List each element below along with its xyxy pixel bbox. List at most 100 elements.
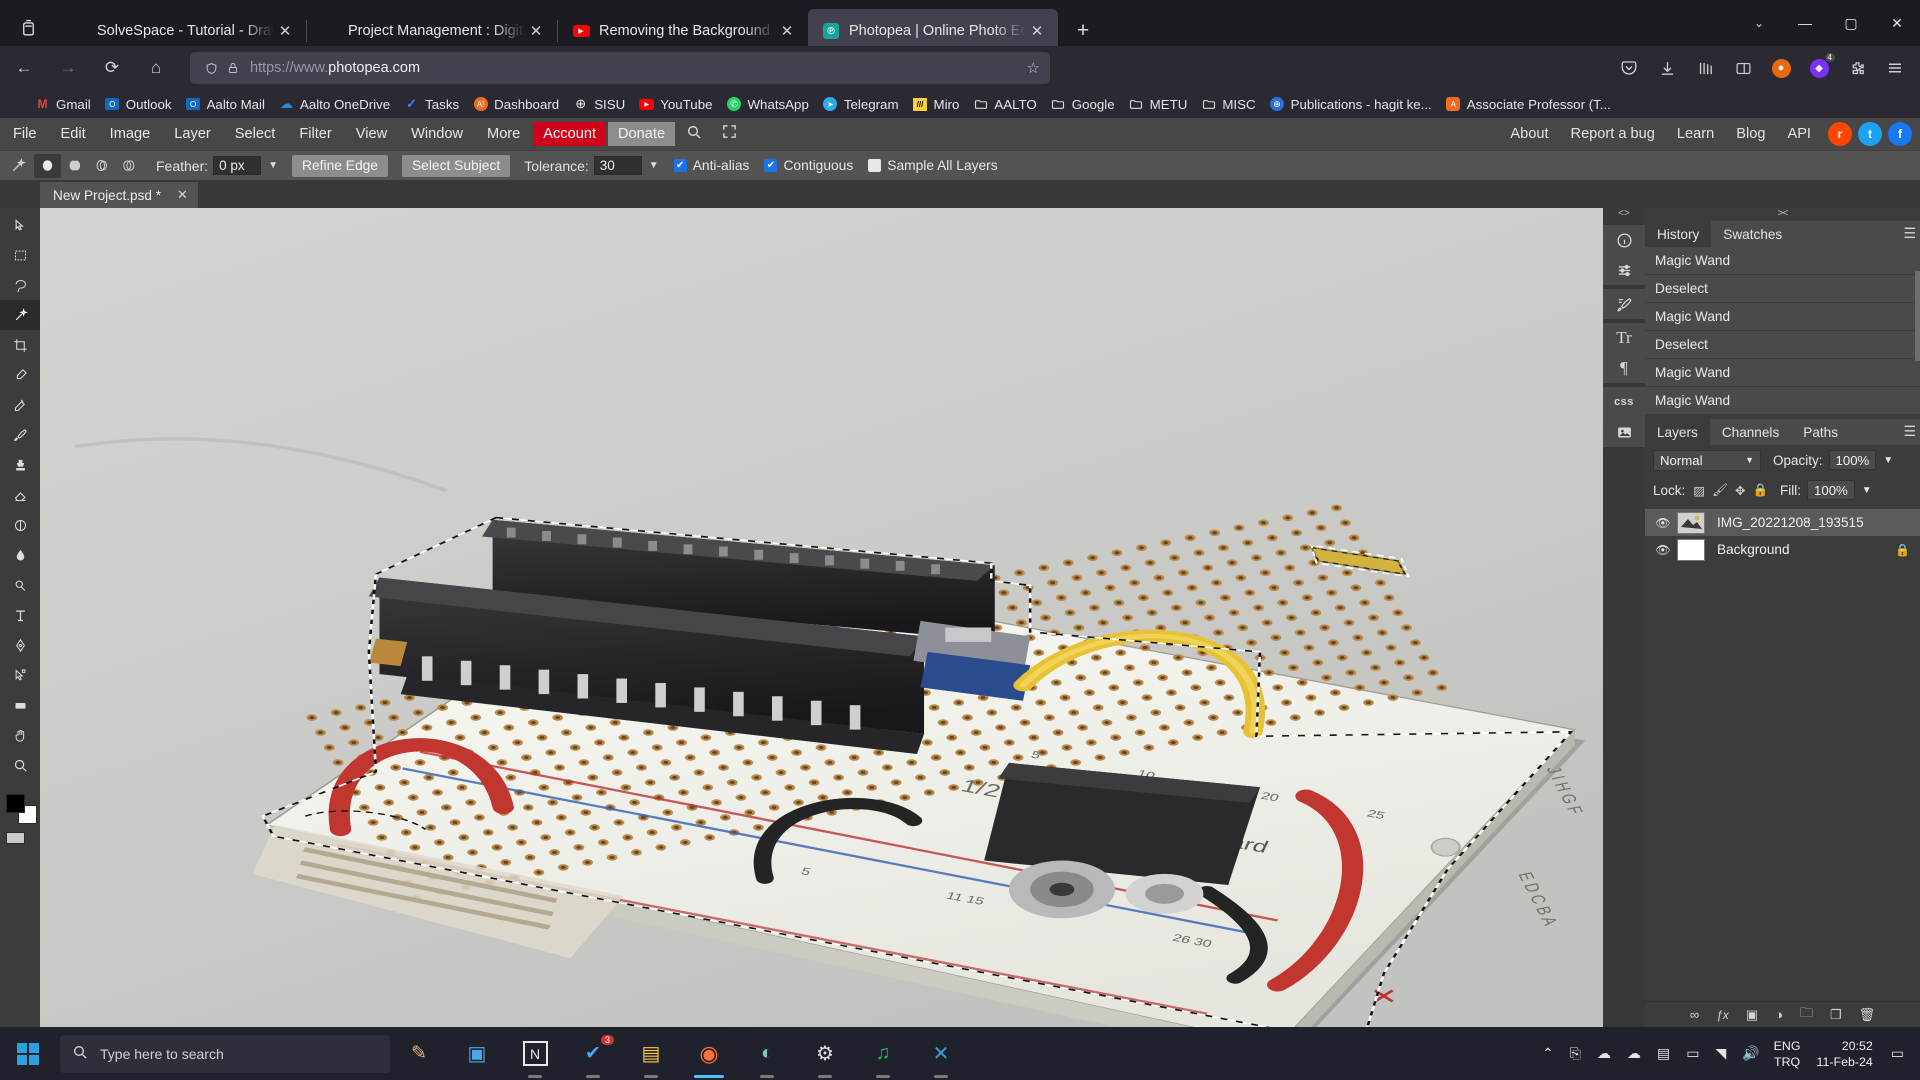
maximize-button[interactable]: ▢ (1828, 0, 1874, 46)
magic-wand-icon[interactable] (6, 154, 30, 178)
magic-wand-tool[interactable] (0, 300, 40, 330)
bookmark-item[interactable]: ⊕ SISU (566, 93, 631, 115)
account-icon[interactable]: ● (1762, 51, 1800, 85)
panel-collapse-handle[interactable]: >< (1645, 208, 1920, 221)
account-button[interactable]: Account (533, 122, 607, 146)
paragraph-icon[interactable]: ¶ (1603, 353, 1645, 383)
tray-expand-icon[interactable]: ⌃ (1534, 1045, 1562, 1062)
cortana-icon[interactable]: ✎ (390, 1027, 448, 1080)
bookmark-item[interactable]: ⊕ Publications - hagit ke... (1263, 93, 1438, 115)
sample-all-layers-checkbox[interactable]: Sample All Layers (868, 158, 998, 173)
feather-dropdown-icon[interactable]: ▼ (268, 160, 278, 171)
menu-window[interactable]: Window (400, 122, 474, 146)
zoom-tool[interactable] (0, 750, 40, 780)
tab-close-icon[interactable]: ✕ (1026, 20, 1048, 42)
lasso-tool[interactable] (0, 270, 40, 300)
bookmark-item[interactable]: O Outlook (98, 93, 178, 115)
canvas-area[interactable]: 1/2 adboard J I H G F E D C B A 5 10 20 … (40, 208, 1603, 1027)
vscode-icon[interactable]: ✕ (912, 1027, 970, 1080)
reddit-icon[interactable]: r (1828, 122, 1852, 146)
foreground-color-swatch[interactable] (6, 794, 25, 813)
tab-swatches[interactable]: Swatches (1711, 221, 1794, 247)
path-selection-tool[interactable] (0, 660, 40, 690)
contiguous-checkbox[interactable]: ✔ Contiguous (764, 158, 853, 173)
store-icon[interactable]: ▣ (448, 1027, 506, 1080)
bookmark-item[interactable]: ▶ YouTube (632, 93, 718, 115)
dock-collapse-handle[interactable]: <> (1603, 208, 1645, 221)
report-bug-link[interactable]: Report a bug (1560, 126, 1666, 142)
fullscreen-icon[interactable] (713, 120, 746, 148)
eyedropper-tool[interactable] (0, 360, 40, 390)
panel-menu-icon[interactable]: ☰ (1903, 423, 1916, 440)
history-item[interactable]: Magic Wand (1645, 387, 1920, 414)
tab-channels[interactable]: Channels (1710, 419, 1791, 445)
menu-filter[interactable]: Filter (288, 122, 342, 146)
learn-link[interactable]: Learn (1666, 126, 1725, 142)
menu-edit[interactable]: Edit (50, 122, 97, 146)
screen-icon[interactable]: ▭ (1678, 1045, 1707, 1062)
lock-transparency-icon[interactable]: ▨ (1693, 483, 1705, 498)
forward-button[interactable]: → (48, 51, 88, 85)
character-icon[interactable]: Tr (1603, 323, 1645, 353)
library-icon[interactable] (1686, 51, 1724, 85)
teams-icon[interactable]: ✔ 3 (564, 1027, 622, 1080)
list-all-tabs-icon[interactable]: ⌄ (1736, 0, 1782, 46)
document-close-icon[interactable]: ✕ (177, 187, 188, 203)
lock-all-icon[interactable]: 🔒 (1752, 483, 1768, 498)
anti-alias-checkbox[interactable]: ✔ Anti-alias (673, 158, 749, 173)
fill-dropdown-icon[interactable]: ▼ (1862, 485, 1872, 496)
feather-input[interactable]: 0 px (213, 156, 262, 175)
new-group-icon[interactable]: 🗀 (1800, 1004, 1813, 1026)
blur-tool[interactable] (0, 540, 40, 570)
bookmark-folder[interactable]: AALTO (966, 93, 1042, 115)
document-tab[interactable]: New Project.psd * ✕ (40, 182, 198, 208)
extensions-icon[interactable] (1838, 51, 1876, 85)
bookmark-item[interactable]: ✆ WhatsApp (720, 93, 815, 115)
firefox-icon[interactable]: ◉ (680, 1027, 738, 1080)
cloud-icon[interactable]: ☁ (1619, 1045, 1649, 1062)
type-tool[interactable] (0, 600, 40, 630)
api-link[interactable]: API (1776, 126, 1822, 142)
taskbar-search-input[interactable]: Type here to search (60, 1034, 390, 1073)
clock[interactable]: 20:52 11-Feb-24 (1807, 1038, 1883, 1070)
wifi-icon[interactable]: ◥ (1707, 1045, 1734, 1062)
blog-link[interactable]: Blog (1725, 126, 1776, 142)
home-button[interactable]: ⌂ (136, 51, 176, 85)
brush-tool[interactable] (0, 420, 40, 450)
bookmark-item[interactable]: ✓ Tasks (397, 93, 465, 115)
windows-start-icon[interactable] (0, 1027, 56, 1080)
volume-icon[interactable]: 🔊 (1734, 1045, 1767, 1062)
opacity-input[interactable]: 100% (1828, 450, 1877, 470)
history-item[interactable]: Deselect (1645, 275, 1920, 302)
layer-row[interactable]: 👁 Background 🔒 (1645, 536, 1920, 563)
address-bar[interactable]: https://www.photopea.com ☆ (190, 52, 1050, 84)
close-window-button[interactable]: ✕ (1874, 0, 1920, 46)
tolerance-input[interactable]: 30 (593, 156, 642, 175)
layer-thumbnail[interactable] (1677, 511, 1705, 534)
intersect-selection-button[interactable] (115, 154, 142, 178)
about-link[interactable]: About (1499, 126, 1559, 142)
tab-paths[interactable]: Paths (1791, 419, 1850, 445)
bookmark-star-icon[interactable]: ☆ (1027, 59, 1040, 77)
bluetooth-icon[interactable]: ⎘ (1562, 1045, 1589, 1062)
menu-view[interactable]: View (345, 122, 398, 146)
download-icon[interactable] (1648, 51, 1686, 85)
history-item[interactable]: Magic Wand (1645, 359, 1920, 386)
adjustment-layer-icon[interactable]: ◑ (1775, 1007, 1783, 1022)
bookmark-item[interactable]: A Associate Professor (T... (1439, 93, 1617, 115)
rectangular-marquee-tool[interactable] (0, 240, 40, 270)
dodge-tool[interactable] (0, 570, 40, 600)
link-layers-icon[interactable]: ∞ (1690, 1007, 1699, 1022)
back-button[interactable]: ← (4, 51, 44, 85)
menu-layer[interactable]: Layer (163, 122, 222, 146)
history-scrollbar[interactable] (1915, 271, 1920, 361)
fill-input[interactable]: 100% (1807, 480, 1855, 500)
quickmask-swatch[interactable] (6, 832, 25, 844)
menu-more[interactable]: More (476, 122, 531, 146)
bookmark-item[interactable]: /// Miro (906, 93, 966, 115)
tab-close-icon[interactable]: ✕ (776, 20, 798, 42)
opacity-dropdown-icon[interactable]: ▼ (1883, 455, 1893, 466)
shield-icon[interactable] (200, 61, 222, 76)
file-explorer-icon[interactable]: ▤ (622, 1027, 680, 1080)
new-tab-button[interactable]: + (1066, 14, 1100, 48)
